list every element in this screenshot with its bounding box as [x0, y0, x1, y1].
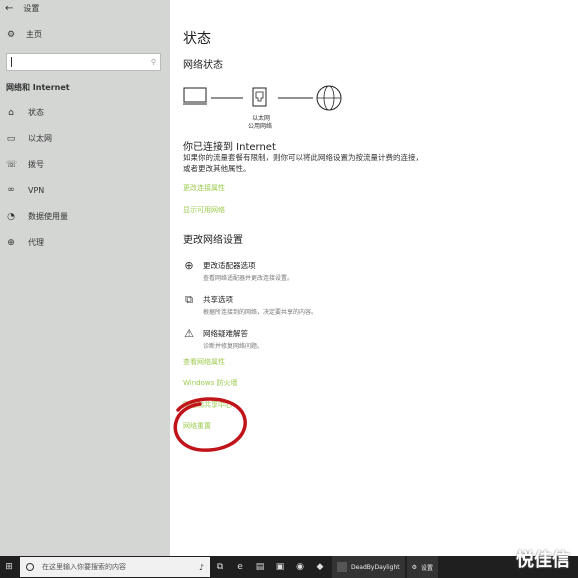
page-title: 状态 — [183, 31, 211, 47]
taskbar-search-input[interactable]: 在这里输入你要搜索的内容 ♪ — [20, 557, 210, 577]
troubleshoot-item[interactable]: ⚠ 网络疑难解答 诊断并修复网络问题。 — [183, 327, 264, 351]
start-button[interactable]: ⊞ — [0, 556, 18, 578]
back-arrow-icon[interactable]: ← — [5, 3, 13, 14]
edge-icon[interactable]: e — [230, 556, 250, 578]
option-desc: 查看网络适配器并更改连接设置。 — [203, 275, 294, 282]
vpn-icon: ∞ — [7, 185, 15, 195]
annotation-circle — [173, 397, 247, 452]
taskbar-app-settings[interactable]: ⚙ 设置 — [406, 556, 439, 578]
sidebar-home-label: 主页 — [26, 30, 42, 39]
sharing-icon: ⧉ — [185, 293, 193, 306]
sidebar-item-vpn[interactable]: ∞ VPN — [6, 185, 44, 195]
connected-heading: 你已连接到 Internet — [183, 142, 276, 153]
sidebar-item-label: VPN — [28, 185, 45, 195]
taskbar-app-deadbydaylight[interactable]: DeadByDaylight — [332, 556, 405, 578]
taskbar-search-placeholder: 在这里输入你要搜索的内容 — [42, 563, 126, 571]
search-icon: ⚲ — [150, 58, 156, 66]
sidebar-item-label: 数据使用量 — [28, 212, 68, 221]
option-desc: 诊断并修复网络问题。 — [203, 343, 264, 350]
sidebar-item-label: 拨号 — [28, 160, 44, 169]
option-title: 共享选项 — [203, 295, 233, 304]
app-icon[interactable]: ◆ — [310, 556, 330, 578]
taskbar: ⊞ 在这里输入你要搜索的内容 ♪ ⧉ e ▤ ▣ ◉ ◆ DeadByDayli… — [0, 556, 578, 578]
taskbar-app-label: DeadByDaylight — [351, 563, 400, 571]
connected-description: 如果你的流量套餐有限制，则你可以将此网络设置为按流量计费的连接，或者更改其他属性… — [183, 153, 423, 173]
change-settings-heading: 更改网络设置 — [183, 235, 243, 246]
windows-firewall-link[interactable]: Windows 防火墙 — [183, 378, 237, 388]
game-icon — [337, 562, 347, 572]
computer-icon — [183, 87, 207, 103]
cortana-icon — [26, 563, 34, 571]
change-connection-properties-link[interactable]: 更改连接属性 — [183, 183, 225, 193]
main-panel: 状态 网络状态 以太网 公用网络 你已连接到 Internet 如果你的流量套餐… — [170, 0, 578, 556]
settings-search-input[interactable]: ⚲ — [6, 53, 161, 71]
sidebar-item-ethernet[interactable]: ▭ 以太网 — [6, 133, 52, 144]
folder-icon[interactable]: ▤ — [250, 556, 270, 578]
gear-icon: ⚙ — [411, 563, 417, 571]
sidebar-item-label: 代理 — [28, 238, 44, 247]
diagram-label-public: 公用网络 — [248, 123, 273, 130]
store-icon[interactable]: ▣ — [270, 556, 290, 578]
option-title: 网络疑难解答 — [203, 329, 248, 338]
show-available-networks-link[interactable]: 显示可用网络 — [183, 205, 225, 215]
sidebar-item-data-usage[interactable]: ◔ 数据使用量 — [6, 211, 68, 222]
title-bar: ← 设置 — [0, 0, 170, 16]
sidebar-item-label: 状态 — [28, 108, 44, 117]
watermark-logo: 悦佳信 — [516, 550, 570, 571]
option-title: 更改适配器选项 — [203, 261, 256, 270]
view-network-properties-link[interactable]: 查看网络属性 — [183, 357, 225, 367]
sidebar-item-proxy[interactable]: ⊕ 代理 — [6, 237, 44, 248]
microphone-icon: ♪ — [198, 562, 204, 572]
sidebar-category: 网络和 Internet — [6, 83, 70, 92]
data-usage-icon: ◔ — [7, 211, 15, 222]
adapter-options-item[interactable]: ⊕ 更改适配器选项 查看网络适配器并更改连接设置。 — [183, 259, 294, 283]
sidebar: ← 设置 ⚙ 主页 ⚲ 网络和 Internet ⌂ 状态 ▭ 以太网 ☏ 拨号… — [0, 0, 170, 556]
option-desc: 根据所连接到的网络，决定要共享的内容。 — [203, 309, 318, 316]
sidebar-home[interactable]: ⚙ 主页 — [6, 29, 42, 40]
sidebar-item-status[interactable]: ⌂ 状态 — [6, 107, 44, 118]
gear-icon: ⚙ — [6, 29, 16, 40]
home-icon: ⌂ — [8, 107, 14, 118]
task-view-icon[interactable]: ⧉ — [210, 556, 230, 578]
network-status-heading: 网络状态 — [183, 60, 223, 71]
warning-icon: ⚠ — [184, 327, 194, 340]
sharing-options-item[interactable]: ⧉ 共享选项 根据所连接到的网络，决定要共享的内容。 — [183, 293, 318, 317]
phone-icon: ☏ — [6, 159, 18, 170]
sidebar-item-label: 以太网 — [28, 134, 52, 143]
window-title: 设置 — [23, 3, 40, 13]
firefox-icon[interactable]: ◉ — [290, 556, 310, 578]
ethernet-icon: ▭ — [6, 133, 16, 144]
globe-icon: ⊕ — [7, 237, 15, 248]
sidebar-item-dialup[interactable]: ☏ 拨号 — [6, 159, 44, 170]
taskbar-settings-label: 设置 — [421, 564, 434, 572]
ethernet-port-icon — [252, 87, 267, 107]
text-caret — [11, 57, 12, 67]
adapter-icon: ⊕ — [184, 259, 194, 272]
